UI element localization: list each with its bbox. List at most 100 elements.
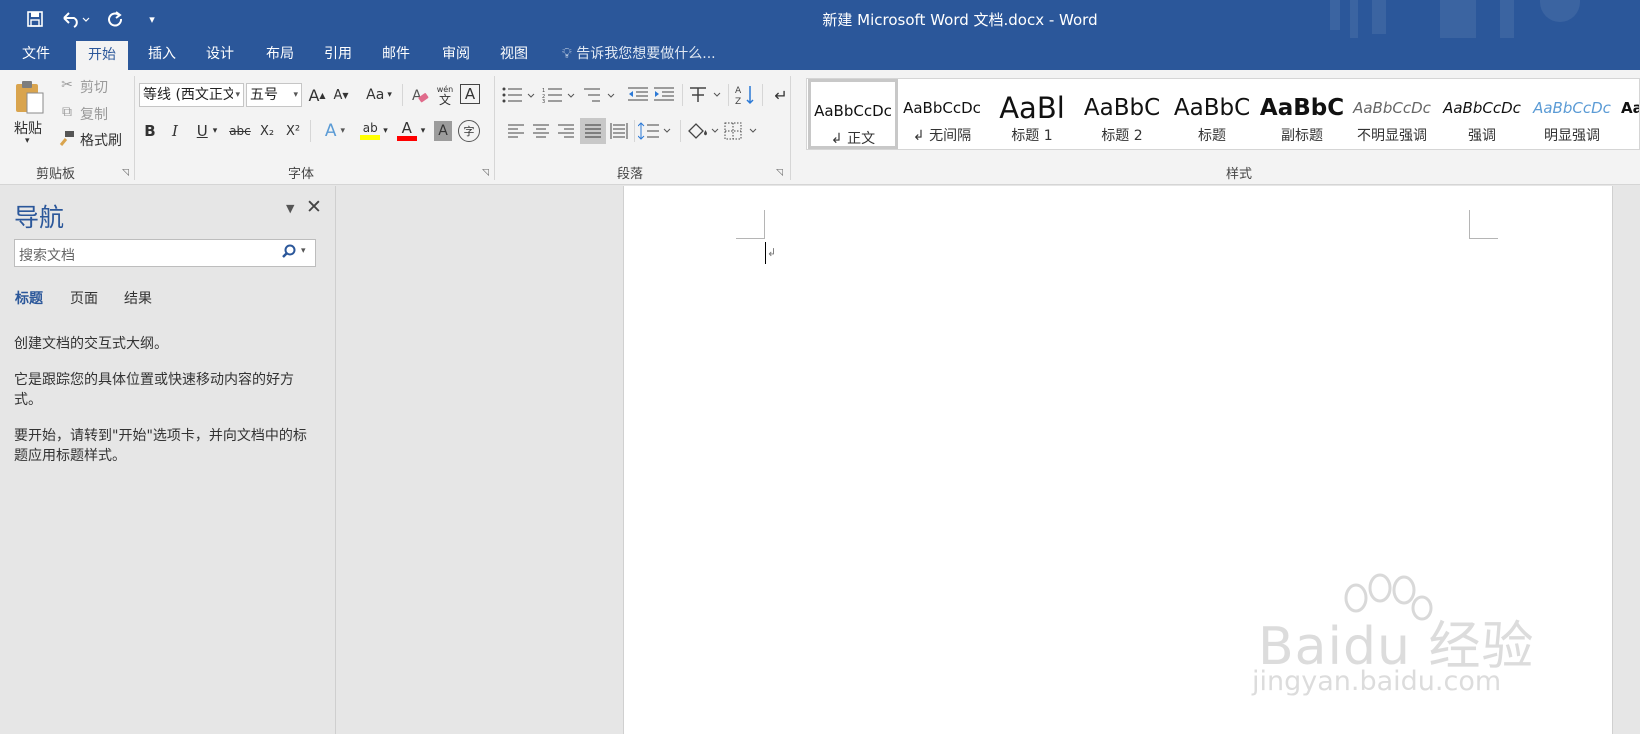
tab-insert[interactable]: 插入 (136, 38, 188, 70)
align-center-icon[interactable] (531, 120, 551, 142)
chevron-down-icon[interactable]: ▾ (301, 246, 306, 256)
nav-tab-headings[interactable]: 标题 (15, 288, 43, 308)
style-item-subtle-emphasis[interactable]: AaBbCcDc 不明显强调 (1347, 79, 1437, 149)
highlight-color-swatch (360, 135, 381, 140)
nav-options-icon[interactable]: ▼ (286, 202, 294, 215)
underline-button[interactable]: U ▾ (191, 120, 223, 142)
increase-indent-icon[interactable] (652, 84, 676, 106)
paste-icon[interactable] (12, 78, 46, 116)
chinese-layout-button[interactable] (688, 84, 724, 106)
tab-view[interactable]: 视图 (488, 38, 540, 70)
format-painter-button[interactable]: 格式刷 (80, 130, 122, 150)
numbering-button[interactable]: 123 (542, 84, 578, 106)
character-shading-button[interactable]: A (434, 121, 452, 141)
chevron-down-icon: ▾ (293, 90, 298, 100)
multilevel-list-button[interactable] (582, 84, 618, 106)
font-color-button[interactable]: A ▾ (394, 118, 428, 144)
phonetic-guide-button[interactable]: wén 文 (434, 82, 456, 108)
nav-tab-results[interactable]: 结果 (124, 288, 152, 308)
font-name-combo[interactable]: 等线 (西文正文 ▾ (139, 83, 244, 107)
clear-formatting-icon[interactable]: A (410, 84, 430, 106)
clipboard-launcher-icon[interactable]: ◹ (122, 168, 129, 178)
window-title: 新建 Microsoft Word 文档.docx - Word (822, 11, 1098, 29)
style-item-intense-emphasis[interactable]: AaBbCcDc 明显强调 (1527, 79, 1617, 149)
cut-button[interactable]: 剪切 (80, 77, 108, 97)
tab-file[interactable]: 文件 (10, 38, 62, 70)
shrink-font-button[interactable]: A ▼ (332, 84, 350, 106)
subscript-button[interactable]: X₂ (256, 120, 278, 142)
character-border-button[interactable]: A (460, 84, 480, 104)
tab-review[interactable]: 审阅 (430, 38, 482, 70)
font-size-value: 五号 (250, 87, 278, 103)
svg-text:A: A (412, 88, 422, 104)
italic-icon: I (172, 122, 178, 140)
style-sample: AaBbCcDc (1533, 99, 1611, 117)
paste-button[interactable]: 粘贴 (14, 118, 42, 138)
nav-title: 导航 (14, 203, 65, 232)
style-item-heading-1[interactable]: AaBl 标题 1 (987, 79, 1077, 149)
style-name: 强调 (1468, 128, 1496, 144)
shrink-font-icon: A (333, 87, 343, 103)
enclose-characters-button[interactable]: 字 (458, 120, 480, 142)
nav-search-input[interactable]: 搜索文档 ▾ (14, 239, 316, 267)
show-paragraph-marks-icon[interactable]: ↵ (770, 84, 792, 106)
tab-mailings[interactable]: 邮件 (370, 38, 422, 70)
tab-references[interactable]: 引用 (312, 38, 364, 70)
distributed-icon[interactable] (608, 120, 630, 142)
font-size-combo[interactable]: 五号 ▾ (246, 83, 302, 107)
sort-icon[interactable]: AZ (734, 83, 756, 107)
copy-button[interactable]: 复制 (80, 104, 108, 124)
style-item-more[interactable]: Aa (1617, 79, 1639, 149)
style-sample: AaBbCcDc (903, 99, 981, 117)
bullets-button[interactable] (502, 84, 538, 106)
style-name: ↲ 无间隔 (912, 128, 972, 144)
copy-icon: ⧉ (62, 104, 72, 120)
style-item-emphasis[interactable]: AaBbCcDc 强调 (1437, 79, 1527, 149)
style-sample: AaBbCcDc (1353, 99, 1431, 117)
tab-layout[interactable]: 布局 (254, 38, 306, 70)
close-icon[interactable]: ✕ (306, 196, 322, 218)
justify-icon[interactable] (580, 118, 606, 144)
group-divider (402, 84, 403, 106)
style-item-normal[interactable]: AaBbCcDc ↲ 正文 (808, 79, 898, 149)
highlight-button[interactable]: ab ▾ (356, 118, 392, 144)
grow-font-icon: A (308, 85, 320, 105)
font-name-value: 等线 (西文正文 (143, 87, 237, 103)
tab-home[interactable]: 开始 (76, 41, 128, 70)
style-sample: Aa (1621, 99, 1639, 117)
shading-button[interactable] (686, 120, 722, 142)
nav-tab-pages[interactable]: 页面 (70, 288, 98, 308)
change-case-button[interactable]: Aa ▾ (362, 84, 396, 106)
line-spacing-button[interactable] (638, 120, 674, 142)
style-item-subtitle[interactable]: AaBbC 副标题 (1257, 79, 1347, 149)
text-effects-button[interactable]: A ▾ (318, 120, 352, 142)
align-right-icon[interactable] (556, 120, 576, 142)
style-sample: AaBl (999, 91, 1065, 125)
search-icon[interactable] (281, 244, 297, 264)
title-bar: ▾ 新建 Microsoft Word 文档.docx - Word (0, 0, 1640, 40)
chevron-down-icon: ▾ (233, 84, 240, 106)
decrease-indent-icon[interactable] (626, 84, 650, 106)
style-sample: AaBbCcDc (814, 102, 892, 120)
style-item-title[interactable]: AaBbC 标题 (1167, 79, 1257, 149)
font-launcher-icon[interactable]: ◹ (482, 168, 489, 178)
style-item-no-spacing[interactable]: AaBbCcDc ↲ 无间隔 (897, 79, 987, 149)
tell-me-box[interactable]: 💡︎ 告诉我您想要做什么... (562, 38, 716, 70)
style-item-heading-2[interactable]: AaBbC 标题 2 (1077, 79, 1167, 149)
strikethrough-button[interactable]: abc (228, 120, 252, 142)
grow-font-button[interactable]: A ▲ (308, 84, 326, 106)
paragraph-launcher-icon[interactable]: ◹ (776, 168, 783, 178)
crop-mark (764, 210, 765, 238)
align-left-icon[interactable] (506, 120, 526, 142)
borders-button[interactable] (724, 120, 760, 142)
superscript-icon: X² (285, 123, 301, 139)
bold-button[interactable]: B (141, 120, 159, 142)
style-sample: AaBbC (1173, 95, 1251, 121)
tab-design[interactable]: 设计 (194, 38, 246, 70)
group-divider (634, 120, 635, 142)
italic-button[interactable]: I (166, 120, 184, 142)
crop-mark (1469, 238, 1498, 239)
enclose-characters-icon: 字 (463, 125, 475, 138)
superscript-button[interactable]: X² (282, 120, 304, 142)
paste-dropdown-icon[interactable]: ▾ (25, 136, 30, 146)
